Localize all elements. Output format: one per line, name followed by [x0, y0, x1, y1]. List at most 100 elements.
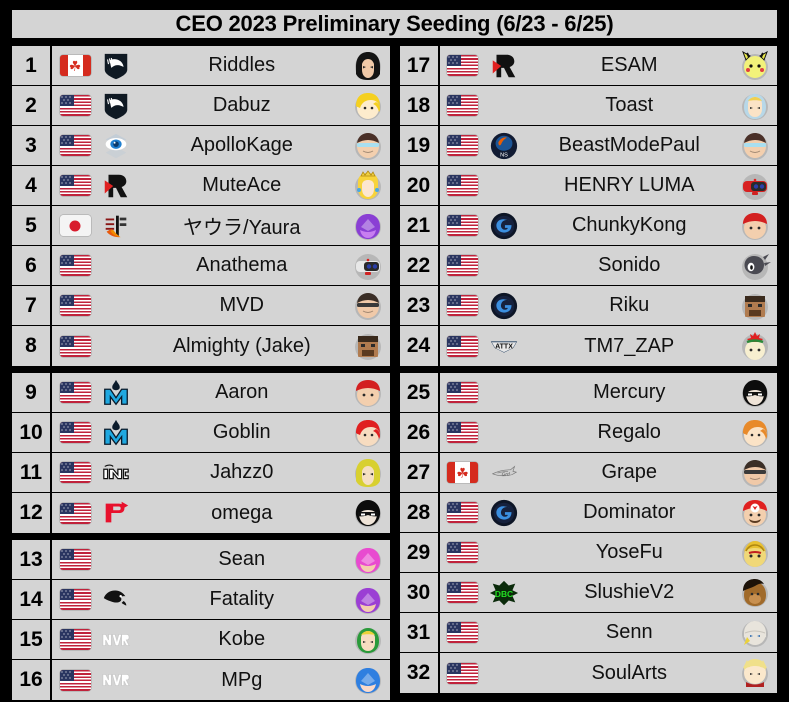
flag-icon-us [447, 502, 478, 523]
character-icon-snake [354, 292, 381, 320]
seed-number: 27 [399, 453, 440, 492]
seed-row[interactable]: 3 ApolloKage [12, 126, 390, 166]
character-icon-joker [354, 500, 381, 527]
player-name: Dabuz [212, 94, 271, 116]
character-cell [733, 537, 777, 569]
seed-row[interactable]: 9 Aaron [12, 373, 390, 413]
seed-number: 2 [12, 86, 52, 125]
team-logo-cell [94, 378, 138, 408]
seed-row[interactable]: 30 DBC SlushieV2 [399, 573, 777, 613]
country-flag-cell [440, 622, 482, 643]
country-flag-cell [440, 95, 482, 116]
seed-row[interactable]: 16 MPg [12, 660, 390, 700]
seed-row[interactable]: 22 Sonido [399, 246, 777, 286]
seed-number: 10 [12, 413, 52, 452]
seed-number: 3 [12, 126, 52, 165]
flag-icon-us [59, 335, 91, 357]
character-cell [346, 250, 390, 282]
seed-row[interactable]: 29 YoseFu [399, 533, 777, 573]
country-flag-cell [440, 135, 482, 156]
seed-row[interactable]: 7 MVD [12, 286, 390, 326]
player-name: SlushieV2 [584, 581, 675, 603]
character-cell [733, 657, 777, 689]
seed-number: 28 [399, 493, 440, 532]
seed-number: 13 [12, 540, 52, 579]
seed-number: 19 [399, 126, 440, 165]
team-logo-cell [94, 131, 138, 161]
character-cell [733, 210, 777, 242]
seed-row[interactable]: 32 SoulArts [399, 653, 777, 693]
seed-number: 16 [12, 660, 52, 700]
flag-icon-us [447, 335, 478, 357]
flag-icon-us [59, 255, 91, 276]
team-logo-cell [94, 91, 138, 121]
seed-row[interactable]: 13 Sean [12, 540, 390, 580]
seed-row[interactable]: 27 ☘ Grd Grape [399, 453, 777, 493]
flag-icon-us [447, 582, 478, 603]
seed-number: 8 [12, 326, 52, 366]
seed-row[interactable]: 21 ChunkyKong [399, 206, 777, 246]
character-icon-min-min [742, 659, 768, 687]
country-flag-cell [52, 255, 94, 276]
seed-row[interactable]: 15 Kobe [12, 620, 390, 660]
svg-text:NS: NS [500, 152, 508, 158]
seed-row[interactable]: 5 ヤウラ/Yaura [12, 206, 390, 246]
team-logo-ns-logo-icon: NS [489, 131, 519, 161]
seed-row[interactable]: 10 Goblin [12, 413, 390, 453]
player-name: Aaron [215, 381, 269, 403]
seed-row[interactable]: 8 Almighty (Jake) [12, 326, 390, 366]
character-icon-donkey-kong [742, 578, 768, 607]
right-column: 17 ESAM 18 Toast 19 NS BeastModePaul 20 HENRY LU… [397, 44, 779, 695]
team-logo-cell [94, 211, 138, 241]
seed-row[interactable]: 2 Dabuz [12, 86, 390, 126]
seed-row[interactable]: 19 NS BeastModePaul [399, 126, 777, 166]
country-flag-cell: ☘ [440, 462, 482, 483]
character-cell [733, 497, 777, 529]
seed-row[interactable]: 28 Dominator [399, 493, 777, 533]
seed-row[interactable]: 11 Jahzz0 [12, 453, 390, 493]
team-logo-cell [94, 585, 138, 615]
seed-number: 4 [12, 166, 52, 205]
seed-number: 12 [12, 493, 52, 533]
seed-row[interactable]: 26 Regalo [399, 413, 777, 453]
flag-icon-us [447, 215, 478, 236]
seed-number: 9 [12, 373, 52, 412]
seed-row[interactable]: 18 Toast [399, 86, 777, 126]
country-flag-cell [52, 502, 94, 524]
seed-row[interactable]: 4 MuteAce [12, 166, 390, 206]
seed-number: 11 [12, 453, 52, 492]
character-icon-palutena [354, 213, 381, 240]
seed-row[interactable]: 14 Fatality [12, 580, 390, 620]
flag-icon-ca: ☘ [59, 55, 91, 76]
country-flag-cell [52, 462, 94, 483]
character-cell [733, 577, 777, 609]
seed-row[interactable]: 31 Senn [399, 613, 777, 653]
country-flag-cell: ☘ [52, 55, 94, 76]
seed-row[interactable]: 23 Riku [399, 286, 777, 326]
player-name: omega [211, 501, 273, 524]
player-name: ESAM [600, 54, 658, 76]
team-logo-team-liquid-icon [101, 91, 131, 121]
player-name: ヤウラ/Yaura [183, 217, 301, 239]
seed-row[interactable]: 1 ☘ Riddles [12, 46, 390, 86]
seed-row[interactable]: 17 ESAM [399, 46, 777, 86]
flag-icon-us [447, 422, 478, 443]
title-bar: CEO 2023 Preliminary Seeding (6/23 - 6/2… [10, 8, 779, 40]
seed-row[interactable]: 25 Mercury [399, 373, 777, 413]
player-name: Grape [601, 461, 658, 483]
player-name: Goblin [212, 421, 271, 443]
country-flag-cell [440, 662, 482, 684]
seed-row[interactable]: 12 omega [12, 493, 390, 533]
team-logo-cell [482, 211, 526, 241]
team-logo-cell [94, 458, 138, 488]
flag-icon-us [59, 295, 91, 316]
seed-row[interactable]: 24 ATTX TM7_ZAP [399, 326, 777, 366]
flag-icon-us [447, 662, 478, 684]
team-logo-cell [94, 51, 138, 81]
character-icon-joker [742, 379, 768, 407]
team-logo-rogue-icon [489, 51, 519, 81]
seed-row[interactable]: 6 Anathema [12, 246, 390, 286]
maple-leaf-icon: ☘ [68, 57, 82, 74]
seed-row[interactable]: 20 HENRY LUMA [399, 166, 777, 206]
character-cell [346, 377, 390, 409]
